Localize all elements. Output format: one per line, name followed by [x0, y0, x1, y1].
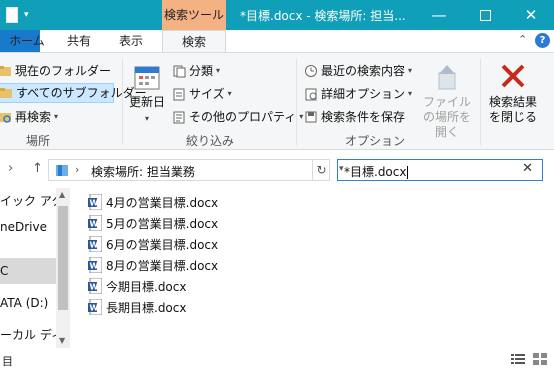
close-search-icon — [499, 61, 527, 91]
address-bar[interactable]: › 検索場所: 担当業務 ▾ — [48, 159, 344, 181]
group-divider — [122, 59, 123, 145]
word-document-icon: W — [88, 214, 103, 232]
help-icon[interactable]: ? — [535, 33, 550, 48]
nav-item-local-disk[interactable]: ーカル ディス — [0, 322, 56, 348]
subfolders-icon — [0, 86, 13, 100]
minimize-button[interactable]: — — [416, 0, 462, 30]
scroll-down-icon[interactable]: ▼ — [59, 336, 65, 345]
details-view-icon[interactable] — [510, 352, 526, 366]
refine-group-label: 絞り込み — [185, 134, 234, 148]
all-subfolders-button[interactable]: すべてのサブフォルダー — [0, 83, 147, 103]
window-title: *目標.docx - 検索場所: 担当... — [240, 9, 406, 23]
search-again-icon — [0, 110, 12, 124]
list-item[interactable]: W 5月の営業目標.docx — [88, 213, 248, 233]
navigation-row: › ↑ › 検索場所: 担当業務 ▾ ↻ *目標.docx ✕ — [0, 150, 554, 188]
list-item[interactable]: W 6月の営業目標.docx — [88, 234, 248, 254]
nav-item-onedrive[interactable]: neDrive — [0, 214, 56, 240]
up-arrow-icon[interactable]: ↑ — [32, 161, 43, 176]
save-search-button[interactable]: 検索条件を保存 — [304, 107, 405, 127]
chevron-down-icon: ▾ — [216, 66, 221, 75]
recent-searches-button[interactable]: 最近の検索内容 ▾ — [304, 61, 412, 81]
tab-home[interactable]: ホーム — [8, 30, 46, 52]
tab-search[interactable]: 検索 — [162, 30, 226, 52]
list-item[interactable]: W 8月の営業目標.docx — [88, 255, 248, 275]
size-icon — [172, 87, 186, 101]
svg-text:W: W — [90, 262, 99, 271]
breadcrumb: 検索場所: 担当業務 — [91, 165, 195, 179]
collapse-ribbon-icon[interactable]: ⌃ — [518, 33, 527, 46]
chevron-down-icon: ▾ — [144, 114, 149, 123]
tab-view[interactable]: 表示 — [114, 30, 148, 52]
recent-searches-icon — [304, 64, 318, 78]
advanced-options-icon — [304, 87, 318, 101]
save-icon — [304, 110, 318, 124]
open-file-location-button[interactable]: ファイルの場所を開く — [418, 63, 476, 140]
list-item[interactable]: W 長期目標.docx — [88, 297, 248, 317]
close-button[interactable]: ✕ — [508, 0, 554, 30]
kind-button[interactable]: 分類 ▾ — [172, 61, 220, 81]
ribbon: 現在のフォルダー すべてのサブフォルダー 再検索 ▾ 場所 更新日 ▾ 分類 ▾… — [0, 52, 554, 150]
chevron-down-icon: ▾ — [227, 89, 232, 98]
word-document-icon: W — [88, 277, 103, 295]
maximize-button[interactable] — [462, 0, 508, 30]
other-properties-button[interactable]: その他のプロパティ ▾ — [172, 107, 303, 127]
close-search-button[interactable]: 検索結果を閉じる — [484, 61, 542, 125]
size-button[interactable]: サイズ ▾ — [172, 84, 232, 104]
breadcrumb-separator-icon: › — [75, 163, 80, 176]
quick-access-document-icon[interactable] — [6, 7, 18, 23]
list-item[interactable]: W 今期目標.docx — [88, 276, 248, 296]
refresh-button[interactable]: ↻ — [312, 160, 330, 180]
nav-item-pc[interactable]: C — [0, 258, 56, 284]
properties-icon — [172, 110, 186, 124]
ribbon-tab-row: ホーム 共有 表示 検索 — [0, 30, 554, 52]
svg-text:W: W — [90, 283, 99, 292]
list-item[interactable]: W 4月の営業目標.docx — [88, 192, 248, 212]
svg-text:W: W — [90, 199, 99, 208]
nav-item-quick-access[interactable]: イック アクセス — [0, 188, 56, 214]
tab-share[interactable]: 共有 — [62, 30, 96, 52]
word-document-icon: W — [88, 298, 103, 316]
forward-arrow-icon[interactable]: › — [8, 161, 13, 176]
scroll-up-icon[interactable]: ▲ — [59, 190, 65, 199]
calendar-icon — [133, 63, 161, 91]
search-location-icon — [55, 163, 69, 177]
date-modified-button[interactable]: 更新日 ▾ — [126, 63, 168, 126]
title-bar: ▾ 検索ツール *目標.docx - 検索場所: 担当... — ✕ — [0, 0, 554, 30]
kind-icon — [172, 64, 186, 78]
chevron-down-icon: ▾ — [299, 112, 304, 121]
search-input[interactable]: *目標.docx ✕ — [337, 159, 543, 181]
search-tools-contextual-tab: 検索ツール — [162, 0, 226, 30]
svg-text:W: W — [90, 304, 99, 313]
nav-pane-scrollbar[interactable]: ▲ ▼ — [56, 188, 70, 348]
clear-search-icon[interactable]: ✕ — [522, 161, 533, 176]
status-bar: 目 — [0, 348, 554, 373]
chevron-down-icon: ▾ — [54, 112, 59, 121]
chevron-down-icon: ▾ — [408, 66, 413, 75]
status-text: 目 — [2, 355, 13, 368]
group-divider — [296, 59, 297, 145]
chevron-down-icon: ▾ — [408, 89, 413, 98]
options-group-label: オプション — [344, 134, 405, 148]
location-group-label: 場所 — [25, 134, 50, 148]
group-divider — [480, 59, 481, 145]
folder-icon — [0, 64, 12, 78]
nav-item-data-drive[interactable]: ATA (D:) — [0, 290, 56, 316]
svg-text:W: W — [90, 241, 99, 250]
maximize-icon — [479, 10, 491, 21]
text-cursor — [407, 166, 409, 179]
search-again-button[interactable]: 再検索 ▾ — [0, 107, 58, 127]
quick-access-dropdown-icon[interactable]: ▾ — [24, 10, 29, 20]
advanced-options-button[interactable]: 詳細オプション ▾ — [304, 84, 412, 104]
open-location-icon — [433, 63, 461, 91]
svg-text:W: W — [90, 220, 99, 229]
word-document-icon: W — [88, 235, 103, 253]
large-icons-view-icon[interactable] — [532, 352, 548, 366]
word-document-icon: W — [88, 256, 103, 274]
scrollbar-thumb[interactable] — [58, 206, 68, 310]
current-folder-button[interactable]: 現在のフォルダー — [0, 61, 111, 81]
word-document-icon: W — [88, 193, 103, 211]
